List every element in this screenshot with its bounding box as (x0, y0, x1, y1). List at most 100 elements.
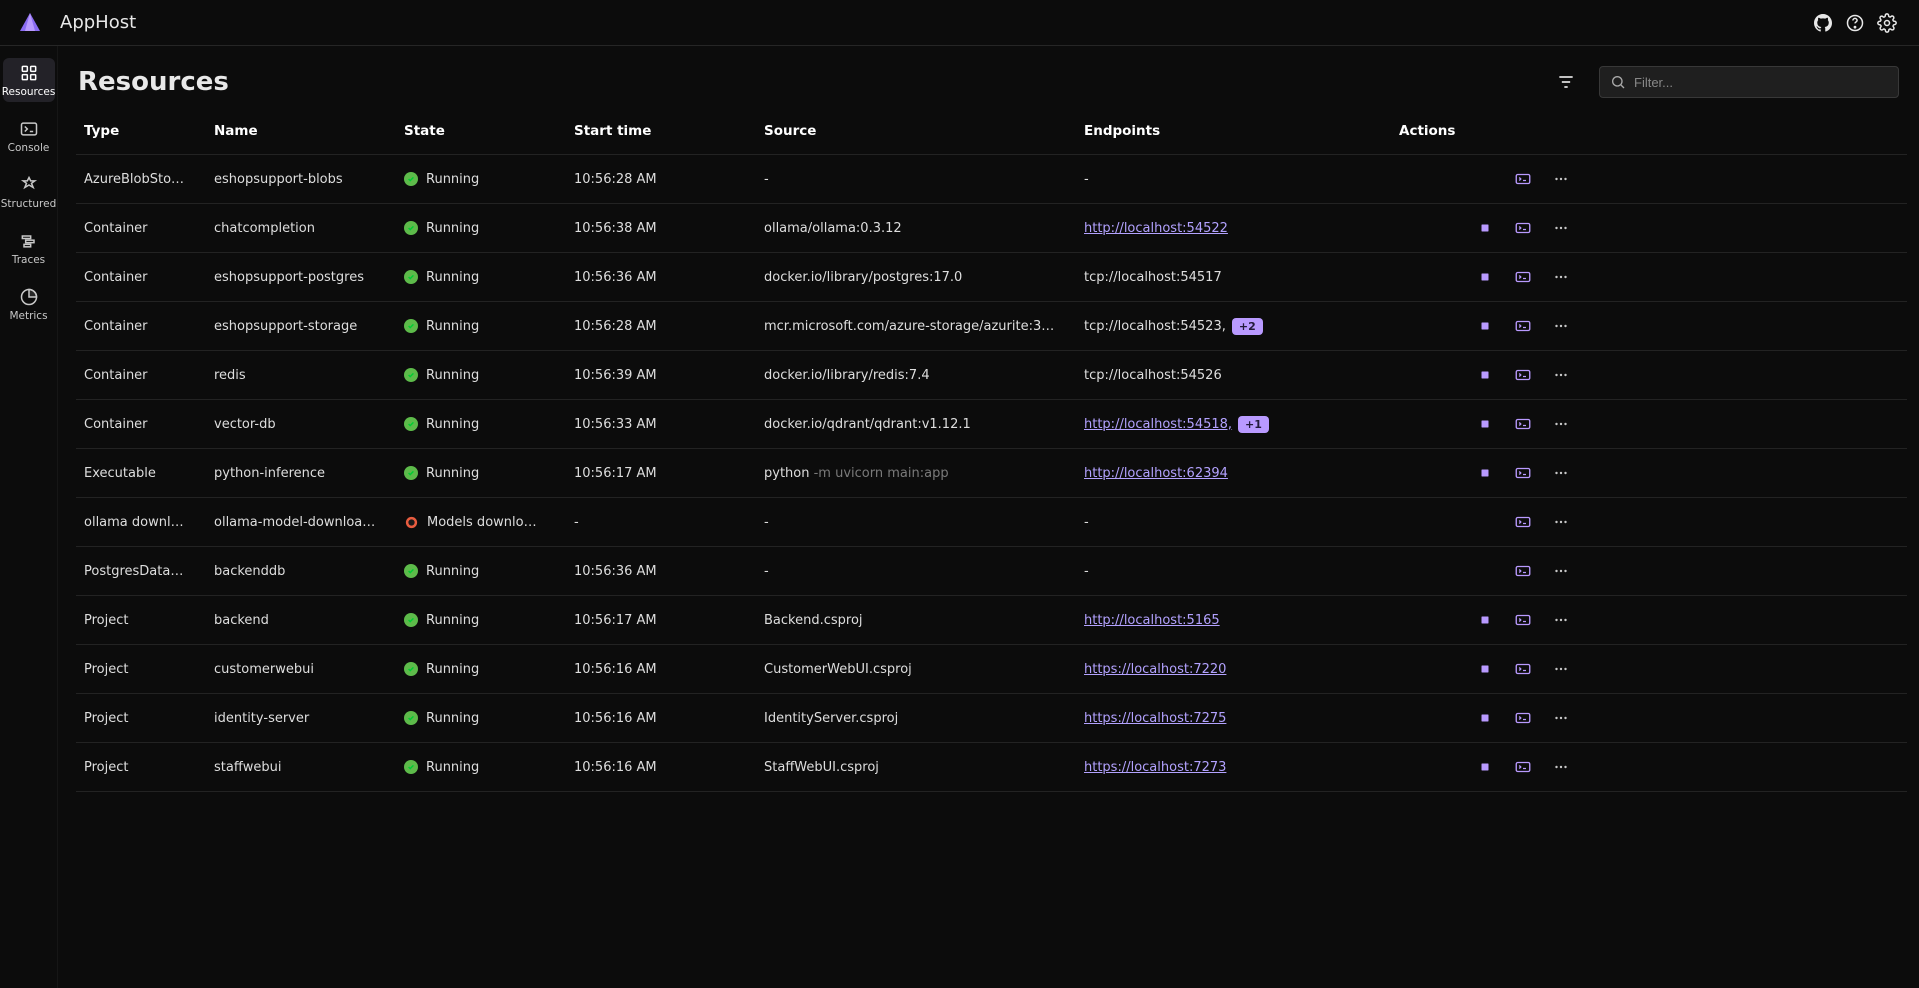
endpoint-link[interactable]: http://localhost:62394 (1084, 466, 1228, 481)
more-button[interactable] (1547, 557, 1575, 585)
console-button[interactable] (1509, 753, 1537, 781)
console-button[interactable] (1509, 312, 1537, 340)
more-button[interactable] (1547, 410, 1575, 438)
cell-state: Running (396, 603, 566, 638)
endpoint-badge[interactable]: +2 (1232, 318, 1263, 335)
github-icon[interactable] (1807, 7, 1839, 39)
table-row[interactable]: Containereshopsupport-postgresRunning10:… (76, 253, 1907, 302)
table-row[interactable]: AzureBlobSto…eshopsupport-blobsRunning10… (76, 155, 1907, 204)
cell-name: backend (206, 603, 396, 638)
more-button[interactable] (1547, 508, 1575, 536)
stop-button[interactable] (1471, 361, 1499, 389)
nav-label: Structured (1, 198, 57, 210)
col-state[interactable]: State (396, 109, 566, 153)
nav-resources[interactable]: Resources (3, 58, 55, 102)
table-row[interactable]: ProjectbackendRunning10:56:17 AMBackend.… (76, 596, 1907, 645)
filter-icon[interactable] (1551, 67, 1581, 97)
table-row[interactable]: ollama downl…ollama-model-downloa…Models… (76, 498, 1907, 547)
table-row[interactable]: Containereshopsupport-storageRunning10:5… (76, 302, 1907, 351)
endpoint-link[interactable]: http://localhost:54522 (1084, 221, 1228, 236)
nav-structured[interactable]: Structured (3, 170, 55, 214)
cell-start: 10:56:28 AM (566, 162, 756, 197)
cell-endpoints: tcp://localhost:54526 (1076, 358, 1391, 393)
more-button[interactable] (1547, 165, 1575, 193)
cell-actions (1391, 498, 1581, 546)
stop-button[interactable] (1471, 704, 1499, 732)
table-row[interactable]: ContainerredisRunning10:56:39 AMdocker.i… (76, 351, 1907, 400)
endpoint-badge[interactable]: +1 (1238, 416, 1269, 433)
search-box[interactable] (1599, 66, 1899, 98)
console-button[interactable] (1509, 165, 1537, 193)
search-input[interactable] (1634, 75, 1888, 90)
table-row[interactable]: Projectidentity-serverRunning10:56:16 AM… (76, 694, 1907, 743)
cell-state: Running (396, 701, 566, 736)
console-button[interactable] (1509, 410, 1537, 438)
console-button[interactable] (1509, 214, 1537, 242)
table-row[interactable]: Executablepython-inferenceRunning10:56:1… (76, 449, 1907, 498)
settings-icon[interactable] (1871, 7, 1903, 39)
cell-name: python-inference (206, 456, 396, 491)
console-button[interactable] (1509, 508, 1537, 536)
table-row[interactable]: Containervector-dbRunning10:56:33 AMdock… (76, 400, 1907, 449)
console-button[interactable] (1509, 263, 1537, 291)
cell-type: Container (76, 260, 206, 295)
col-type[interactable]: Type (76, 109, 206, 153)
endpoint-link[interactable]: http://localhost:54518, (1084, 417, 1232, 432)
stop-button[interactable] (1471, 753, 1499, 781)
table-row[interactable]: ContainerchatcompletionRunning10:56:38 A… (76, 204, 1907, 253)
stop-button[interactable] (1471, 459, 1499, 487)
cell-start: 10:56:36 AM (566, 260, 756, 295)
col-start[interactable]: Start time (566, 109, 756, 153)
table-row[interactable]: ProjectstaffwebuiRunning10:56:16 AMStaff… (76, 743, 1907, 792)
stop-button[interactable] (1471, 606, 1499, 634)
console-button[interactable] (1509, 704, 1537, 732)
cell-name: staffwebui (206, 750, 396, 785)
more-button[interactable] (1547, 214, 1575, 242)
stop-button[interactable] (1471, 655, 1499, 683)
endpoint-link[interactable]: https://localhost:7273 (1084, 760, 1226, 775)
nav-traces[interactable]: Traces (3, 226, 55, 270)
cell-endpoints: https://localhost:7220 (1076, 652, 1391, 687)
endpoint-link[interactable]: http://localhost:5165 (1084, 613, 1220, 628)
col-endpoints[interactable]: Endpoints (1076, 109, 1391, 153)
more-button[interactable] (1547, 361, 1575, 389)
endpoint-link[interactable]: https://localhost:7275 (1084, 711, 1226, 726)
status-ok-icon (404, 417, 418, 431)
resources-icon (18, 62, 40, 84)
stop-button[interactable] (1471, 312, 1499, 340)
table-row[interactable]: PostgresData…backenddbRunning10:56:36 AM… (76, 547, 1907, 596)
cell-source: docker.io/library/postgres:17.0 (756, 260, 1076, 295)
more-button[interactable] (1547, 704, 1575, 732)
cell-start: 10:56:33 AM (566, 407, 756, 442)
console-button[interactable] (1509, 459, 1537, 487)
stop-button[interactable] (1471, 214, 1499, 242)
status-ok-icon (404, 711, 418, 725)
more-button[interactable] (1547, 606, 1575, 634)
console-button[interactable] (1509, 655, 1537, 683)
more-button[interactable] (1547, 263, 1575, 291)
console-button[interactable] (1509, 361, 1537, 389)
cell-endpoints: tcp://localhost:54517 (1076, 260, 1391, 295)
nav-metrics[interactable]: Metrics (3, 282, 55, 326)
more-button[interactable] (1547, 655, 1575, 683)
cell-source: CustomerWebUI.csproj (756, 652, 1076, 687)
console-button[interactable] (1509, 557, 1537, 585)
status-ok-icon (404, 564, 418, 578)
cell-name: vector-db (206, 407, 396, 442)
more-button[interactable] (1547, 753, 1575, 781)
col-name[interactable]: Name (206, 109, 396, 153)
col-source[interactable]: Source (756, 109, 1076, 153)
console-button[interactable] (1509, 606, 1537, 634)
cell-endpoints: http://localhost:5165 (1076, 603, 1391, 638)
help-icon[interactable] (1839, 7, 1871, 39)
status-ok-icon (404, 662, 418, 676)
stop-button[interactable] (1471, 410, 1499, 438)
endpoint-link[interactable]: https://localhost:7220 (1084, 662, 1226, 677)
stop-button[interactable] (1471, 263, 1499, 291)
cell-name: eshopsupport-storage (206, 309, 396, 344)
cell-state: Running (396, 407, 566, 442)
more-button[interactable] (1547, 459, 1575, 487)
more-button[interactable] (1547, 312, 1575, 340)
table-row[interactable]: ProjectcustomerwebuiRunning10:56:16 AMCu… (76, 645, 1907, 694)
nav-console[interactable]: Console (3, 114, 55, 158)
